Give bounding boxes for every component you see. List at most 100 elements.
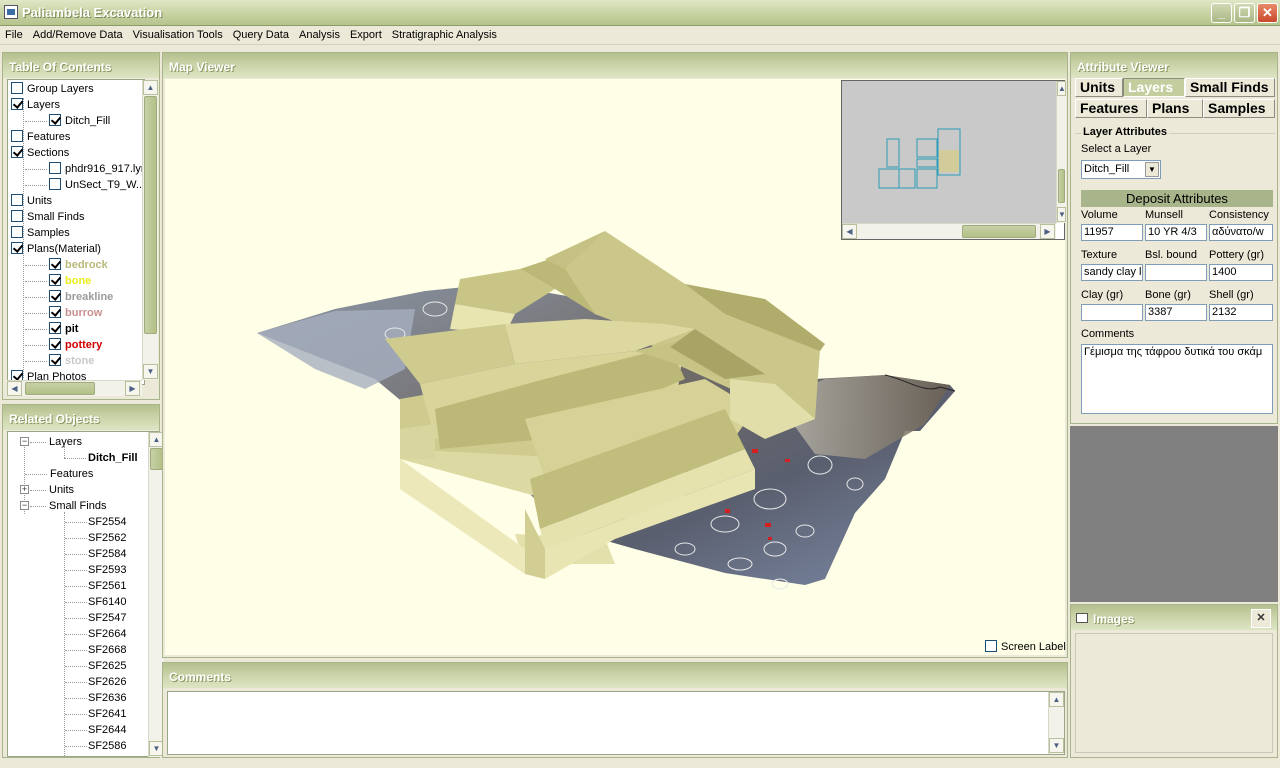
toc-item[interactable]: Sections [11,145,69,161]
texture-field[interactable]: sandy clay lo [1081,264,1143,281]
toc-checkbox[interactable] [49,306,61,318]
toc-checkbox[interactable] [49,162,61,174]
toc-item[interactable]: phdr916_917.lyr [25,161,144,177]
related-small-find-item[interactable]: SF2554 [88,514,127,530]
scroll-thumb[interactable] [1058,169,1065,203]
toc-checkbox[interactable] [49,258,61,270]
toc-item[interactable]: Layers [11,97,60,113]
related-small-find-item[interactable]: SF2636 [88,690,127,706]
screen-label-checkbox[interactable] [985,640,997,652]
menu-query-data[interactable]: Query Data [228,26,294,43]
collapse-icon[interactable]: − [20,501,29,510]
pottery-field[interactable]: 1400 [1209,264,1273,281]
volume-field[interactable]: 11957 [1081,224,1143,241]
menu-export[interactable]: Export [345,26,387,43]
toc-checkbox[interactable] [11,82,23,94]
related-small-find-item[interactable]: SF2625 [88,658,127,674]
tab-features[interactable]: Features [1075,99,1147,118]
related-small-find-item[interactable]: SF2547 [88,610,127,626]
tab-plans[interactable]: Plans [1147,99,1203,118]
toc-item[interactable]: stone [25,353,94,369]
toc-item[interactable]: pit [25,321,78,337]
toc-vscroll[interactable]: ▲ ▼ [142,80,158,380]
munsell-field[interactable]: 10 YR 4/3 [1145,224,1207,241]
related-features-node[interactable]: Features [50,466,93,482]
toc-item[interactable]: Group Layers [11,81,94,97]
scroll-down-arrow-icon[interactable]: ▼ [1057,207,1066,222]
toc-checkbox[interactable] [49,338,61,350]
h-scroll-thumb[interactable] [962,225,1036,238]
related-small-find-item[interactable]: SF2664 [88,626,127,642]
layer-select-dropdown[interactable]: Ditch_Fill ▼ [1081,160,1161,179]
related-small-find-item[interactable]: SF2668 [88,642,127,658]
related-small-find-item[interactable]: SF2561 [88,578,127,594]
tab-samples[interactable]: Samples [1203,99,1275,118]
scroll-down-arrow-icon[interactable]: ▼ [143,364,158,379]
menu-file[interactable]: File [0,26,28,43]
map-canvas[interactable]: ▲ ▼ ◀ ▶ Screen Label [165,79,1066,655]
images-close-button[interactable]: ✕ [1251,609,1271,628]
scroll-up-arrow-icon[interactable]: ▲ [143,80,158,95]
toc-checkbox[interactable] [49,290,61,302]
attribute-comments-field[interactable]: Γέμισμα της τάφρου δυτικά του σκάμ [1081,344,1273,414]
related-small-find-item[interactable]: SF2626 [88,674,127,690]
related-small-find-item[interactable]: SF6140 [88,594,127,610]
toc-item[interactable]: burrow [25,305,102,321]
overview-vscroll[interactable]: ▲ ▼ [1056,81,1066,223]
collapse-icon[interactable]: − [20,437,29,446]
toc-item[interactable]: bedrock [25,257,108,273]
tab-layers[interactable]: Layers [1123,78,1185,97]
bone-field[interactable]: 3387 [1145,304,1207,321]
overview-canvas[interactable] [842,81,1056,223]
h-scroll-thumb[interactable] [25,382,95,395]
close-button[interactable]: ✕ [1257,3,1278,23]
menu-analysis[interactable]: Analysis [294,26,345,43]
toc-checkbox[interactable] [11,242,23,254]
related-small-find-item[interactable]: SF2586 [88,738,127,754]
toc-checkbox[interactable] [49,114,61,126]
toc-item[interactable]: Small Finds [11,209,84,225]
toc-item[interactable]: pottery [25,337,102,353]
comments-vscroll[interactable]: ▲ ▼ [1048,692,1064,754]
toc-item[interactable]: Features [11,129,70,145]
toc-checkbox[interactable] [49,178,61,190]
expand-icon[interactable]: + [20,485,29,494]
scroll-right-arrow-icon[interactable]: ▶ [125,381,140,396]
related-layers-node[interactable]: − Layers [20,434,82,450]
bsl-bound-field[interactable] [1145,264,1207,281]
toc-item[interactable]: breakline [25,289,113,305]
screen-label-toggle[interactable]: Screen Label [985,640,1066,653]
chevron-down-icon[interactable]: ▼ [1145,162,1159,177]
related-small-find-item[interactable]: SF2644 [88,722,127,738]
toc-checkbox[interactable] [11,98,23,110]
tab-small-finds[interactable]: Small Finds [1185,78,1275,97]
related-small-find-item[interactable]: SF2584 [88,546,127,562]
scroll-up-arrow-icon[interactable]: ▲ [1057,81,1066,96]
toc-checkbox[interactable] [11,130,23,142]
restore-button[interactable]: ❐ [1234,3,1255,23]
consistency-field[interactable]: αδύνατο/w [1209,224,1273,241]
scroll-thumb[interactable] [144,96,157,334]
toc-checkbox[interactable] [49,354,61,366]
minimize-button[interactable]: _ [1211,3,1232,23]
toc-item[interactable]: Ditch_Fill [25,113,110,129]
related-layer-ditch-fill[interactable]: Ditch_Fill [88,450,138,466]
toc-checkbox[interactable] [11,210,23,222]
scroll-right-arrow-icon[interactable]: ▶ [1040,224,1055,239]
toc-checkbox[interactable] [11,146,23,158]
related-units-node[interactable]: + Units [20,482,74,498]
tab-units[interactable]: Units [1075,78,1123,97]
toc-hscroll[interactable]: ◀ ▶ [7,380,142,396]
toc-checkbox[interactable] [11,194,23,206]
toc-checkbox[interactable] [49,322,61,334]
toc-item[interactable]: bone [25,273,91,289]
toc-item[interactable]: Plans(Material) [11,241,101,257]
overview-hscroll[interactable]: ◀ ▶ [842,223,1056,239]
toc-item[interactable]: Units [11,193,52,209]
menu-add-remove-data[interactable]: Add/Remove Data [28,26,128,43]
clay-field[interactable] [1081,304,1143,321]
related-small-find-item[interactable]: SF2641 [88,706,127,722]
scroll-left-arrow-icon[interactable]: ◀ [842,224,857,239]
scroll-down-arrow-icon[interactable]: ▼ [1049,738,1064,753]
menu-stratigraphic-analysis[interactable]: Stratigraphic Analysis [387,26,502,43]
